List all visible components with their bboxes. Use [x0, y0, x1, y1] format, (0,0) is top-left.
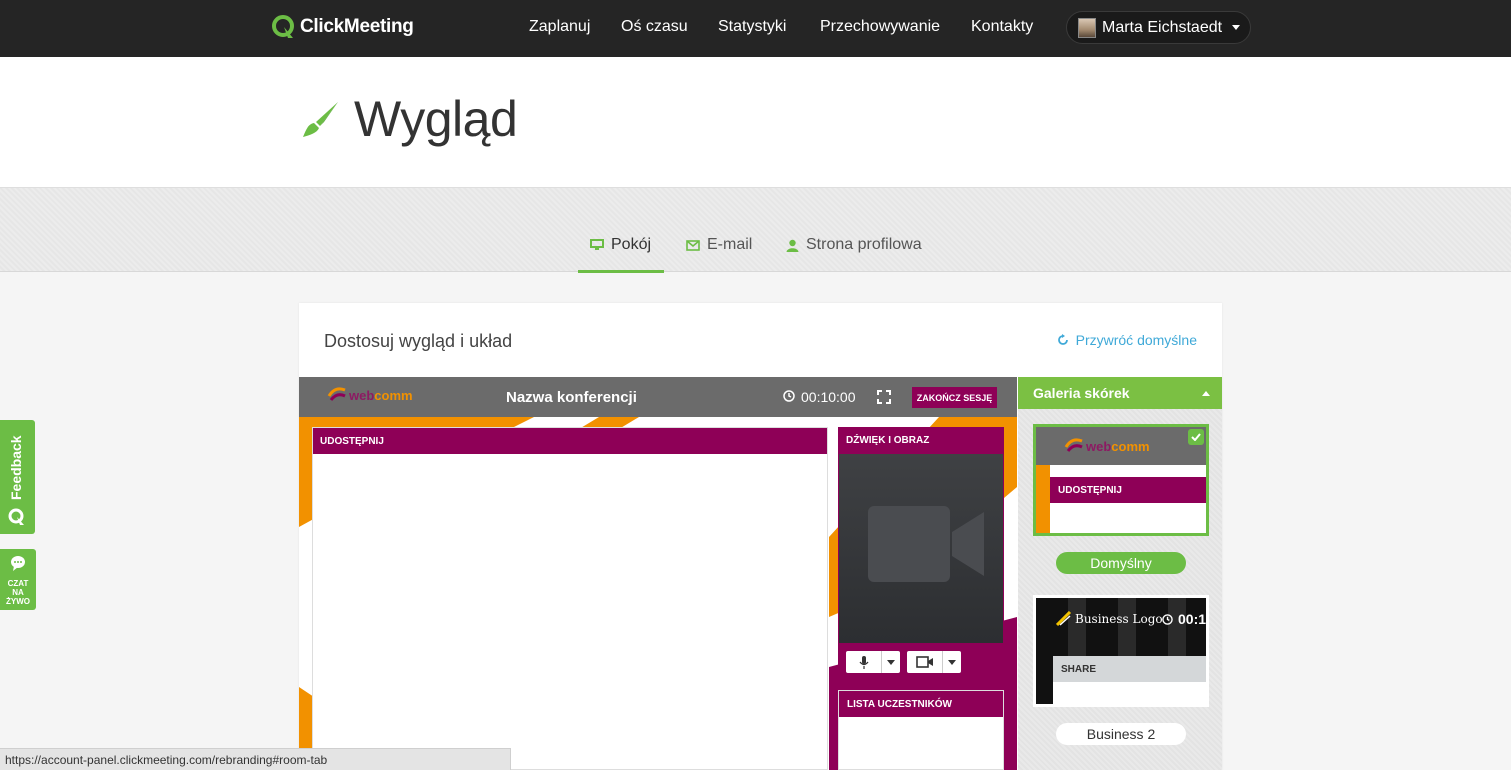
- tab-label: Strona profilowa: [806, 236, 922, 253]
- conference-name: Nazwa konferencji: [506, 389, 637, 406]
- share-panel-title: UDOSTĘPNIJ: [313, 428, 827, 454]
- share-panel: UDOSTĘPNIJ: [312, 427, 828, 770]
- nav-zaplanuj[interactable]: Zaplanuj: [529, 18, 590, 36]
- audio-video-panel: DŹWIĘK I OBRAZ: [838, 427, 1004, 679]
- clock-icon: [783, 390, 795, 402]
- skin-preview-share: UDOSTĘPNIJ: [1050, 477, 1206, 503]
- nav-os-czasu[interactable]: Oś czasu: [621, 18, 688, 36]
- preview-topbar: webcomm Nazwa konferencji 00:10:00 ZAKOŃ…: [299, 377, 1017, 417]
- monitor-icon: [590, 239, 604, 250]
- microphone-icon: [858, 655, 869, 669]
- reset-defaults-link[interactable]: Przywróć domyślne: [1057, 332, 1197, 348]
- clickmeeting-logo-icon: [272, 15, 294, 38]
- tab-bar: Pokój E-mail Strona profilowa: [0, 187, 1511, 273]
- nav-kontakty[interactable]: Kontakty: [971, 18, 1033, 36]
- video-camera-icon: [868, 506, 984, 582]
- logo-suffix: comm: [1111, 438, 1150, 454]
- live-chat-label: CZAT NA ŻYWO: [6, 579, 30, 606]
- gallery-header[interactable]: Galeria skórek: [1018, 377, 1222, 409]
- webcomm-logo-icon: [1064, 438, 1083, 452]
- active-tab-indicator: [578, 270, 664, 273]
- tab-strona-profilowa[interactable]: Strona profilowa: [786, 236, 922, 254]
- check-icon: [1188, 429, 1204, 445]
- audio-video-title: DŹWIĘK I OBRAZ: [846, 435, 930, 446]
- skin-preview-share: SHARE: [1053, 656, 1206, 682]
- clock-icon: [1162, 614, 1173, 625]
- skin-thumbnail-business-2[interactable]: Business Logo 00:1 SHARE: [1033, 595, 1209, 707]
- user-icon: [786, 239, 799, 252]
- reset-label: Przywróć domyślne: [1075, 332, 1197, 348]
- feedback-tab[interactable]: Feedback: [0, 420, 35, 534]
- business-logo: Business Logo: [1056, 611, 1163, 627]
- session-timer: 00:10:00: [801, 389, 856, 405]
- nav-przechowywanie[interactable]: Przechowywanie: [820, 18, 940, 36]
- participants-panel: LISTA UCZESTNIKÓW: [838, 690, 1004, 770]
- page-title: Wygląd: [354, 91, 518, 147]
- gallery-title: Galeria skórek: [1033, 385, 1130, 401]
- tab-pokoj[interactable]: Pokój: [590, 236, 651, 254]
- chevron-down-icon: [948, 659, 956, 665]
- participants-title: LISTA UCZESTNIKÓW: [839, 691, 1003, 717]
- room-preview: webcomm Nazwa konferencji 00:10:00 ZAKOŃ…: [299, 377, 1017, 770]
- paintbrush-icon: [303, 102, 338, 137]
- chevron-down-icon: [1232, 25, 1241, 30]
- skins-gallery: Galeria skórek webcomm UDOSTĘPNIJ Domyśl…: [1018, 377, 1222, 770]
- video-area: [839, 454, 1003, 643]
- top-navbar: ClickMeeting Zaplanuj Oś czasu Statystyk…: [0, 0, 1511, 57]
- clickmeeting-icon: [8, 508, 24, 525]
- clickmeeting-logo[interactable]: ClickMeeting: [272, 13, 414, 41]
- skin-name-default[interactable]: Domyślny: [1056, 552, 1186, 574]
- browser-status-url: https://account-panel.clickmeeting.com/r…: [0, 748, 511, 770]
- end-session-button: ZAKOŃCZ SESJĘ: [912, 387, 997, 408]
- skin-thumbnail-default[interactable]: webcomm UDOSTĘPNIJ: [1033, 424, 1209, 536]
- nav-statystyki[interactable]: Statystyki: [718, 18, 786, 36]
- tab-label: Pokój: [611, 236, 652, 253]
- chevron-up-icon: [1202, 391, 1210, 396]
- brand-name: ClickMeeting: [300, 16, 414, 37]
- chat-bubble-icon: [11, 556, 25, 571]
- webcomm-logo: webcomm: [1064, 437, 1150, 455]
- refresh-icon: [1057, 334, 1068, 345]
- envelope-icon: [686, 239, 700, 251]
- user-menu[interactable]: Marta Eichstaedt: [1066, 11, 1251, 44]
- user-name: Marta Eichstaedt: [1102, 18, 1223, 36]
- skin-name-business-2[interactable]: Business 2: [1056, 723, 1186, 745]
- panel-title: Dostosuj wygląd i układ: [324, 331, 513, 351]
- logo-prefix: web: [349, 387, 375, 403]
- skin-preview-timer: 00:1: [1178, 611, 1207, 627]
- camera-icon: [915, 656, 933, 668]
- business-logo-text: Business Logo: [1075, 612, 1163, 626]
- microphone-control: [846, 651, 900, 673]
- feedback-label: Feedback: [8, 435, 24, 500]
- logo-prefix: web: [1086, 438, 1112, 454]
- webcomm-logo: webcomm: [327, 386, 413, 404]
- tab-label: E-mail: [707, 236, 753, 253]
- chevron-down-icon: [887, 659, 895, 665]
- avatar: [1078, 17, 1096, 38]
- webcomm-logo-icon: [327, 387, 346, 401]
- live-chat-tab[interactable]: CZAT NA ŻYWO: [0, 549, 36, 610]
- fullscreen-icon: [877, 390, 891, 404]
- page-header: [0, 57, 1511, 187]
- tab-email[interactable]: E-mail: [686, 236, 752, 254]
- logo-icon: [1056, 611, 1072, 627]
- logo-suffix: comm: [374, 387, 413, 403]
- camera-control: [907, 651, 961, 673]
